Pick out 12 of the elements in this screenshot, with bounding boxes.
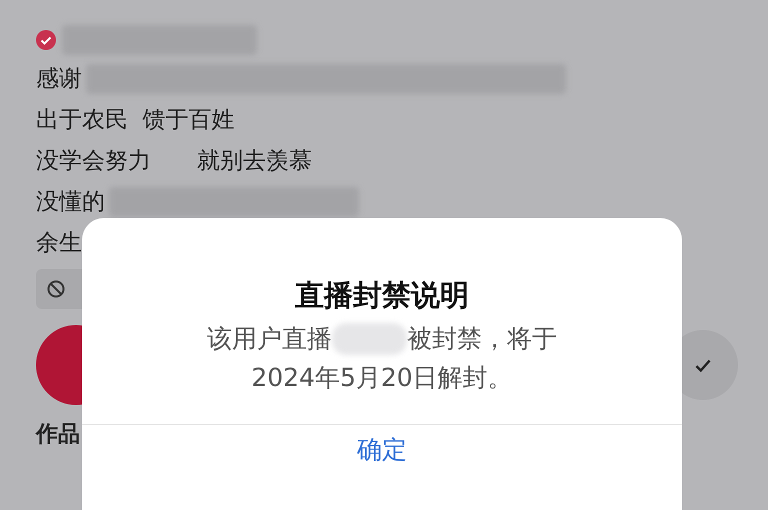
bio-line: 没懂的: [36, 188, 105, 217]
ban-icon: [46, 279, 66, 299]
bio-line: 出于农民 馈于百姓: [36, 106, 235, 135]
dialog-message: 被封禁，将于: [407, 323, 557, 355]
bio-line: 余生: [36, 229, 82, 258]
dialog-message: 2024年5月20日解封。: [251, 362, 513, 394]
confirm-button[interactable]: 确定: [337, 425, 427, 474]
dialog-message: 该用户直播: [207, 323, 332, 355]
bio-line: 感谢: [36, 65, 82, 94]
dialog-title: 直播封禁说明: [295, 277, 469, 314]
tab[interactable]: 作品: [36, 422, 80, 447]
bio-line: 没学会努力 就别去羡慕: [36, 147, 312, 176]
